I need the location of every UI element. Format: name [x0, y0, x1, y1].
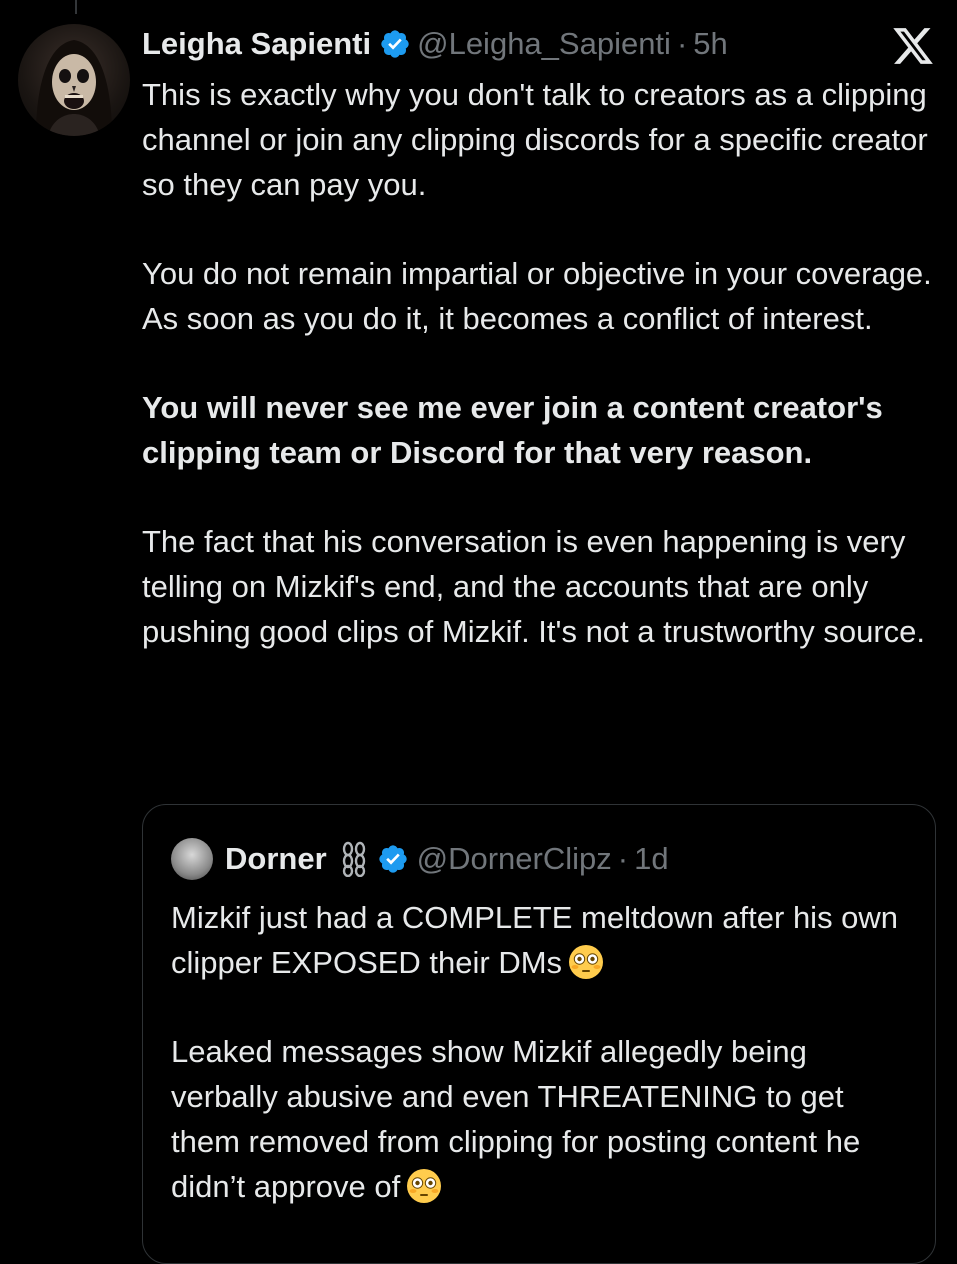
quoted-author-display-name[interactable]: Dorner — [225, 841, 327, 877]
quoted-tweet-text: Mizkif just had a COMPLETE meltdown afte… — [171, 895, 911, 1209]
author-display-name[interactable]: Leigha Sapienti — [142, 26, 371, 62]
quoted-paragraph-text: Leaked messages show Mizkif allegedly be… — [171, 1034, 861, 1204]
flushed-face-emoji-icon — [569, 945, 604, 979]
author-handle[interactable]: @Leigha_Sapienti — [417, 26, 671, 62]
flushed-face-emoji-icon — [407, 1169, 442, 1203]
tweet-paragraph: The fact that his conversation is even h… — [142, 524, 925, 649]
tweet-timestamp[interactable]: 5h — [693, 26, 727, 62]
quoted-tweet-timestamp[interactable]: 1d — [634, 841, 668, 877]
quoted-tweet-paragraph: Leaked messages show Mizkif allegedly be… — [171, 1029, 911, 1209]
quoted-paragraph-text: Mizkif just had a COMPLETE meltdown afte… — [171, 900, 899, 980]
thread-connector-line — [75, 0, 77, 14]
x-logo-icon — [893, 28, 933, 64]
quoted-author-avatar[interactable] — [171, 838, 213, 880]
tweet-paragraph: This is exactly why you don't talk to cr… — [142, 77, 928, 202]
tweet-text: This is exactly why you don't talk to cr… — [142, 72, 942, 654]
quoted-header-separator: · — [617, 841, 629, 876]
skull-avatar-image — [36, 40, 112, 136]
quoted-tweet-paragraph: Mizkif just had a COMPLETE meltdown afte… — [171, 895, 911, 985]
tweet-header: Leigha Sapienti @Leigha_Sapienti · 5h — [142, 22, 728, 66]
quoted-author-handle[interactable]: @DornerClipz — [417, 841, 612, 877]
header-separator: · — [676, 26, 688, 61]
tweet-paragraph-bold: You will never see me ever join a conten… — [142, 390, 883, 470]
verified-badge-icon — [378, 845, 407, 873]
chain-link-icon — [342, 841, 365, 877]
author-avatar[interactable] — [18, 24, 130, 136]
quoted-tweet-header: Dorner @DornerClipz · 1d — [171, 837, 669, 881]
tweet-paragraph: You do not remain impartial or objective… — [142, 256, 932, 336]
quoted-tweet-card[interactable]: Dorner @DornerClipz · 1d Mizkif just had… — [142, 804, 936, 1264]
verified-badge-icon — [381, 30, 409, 58]
